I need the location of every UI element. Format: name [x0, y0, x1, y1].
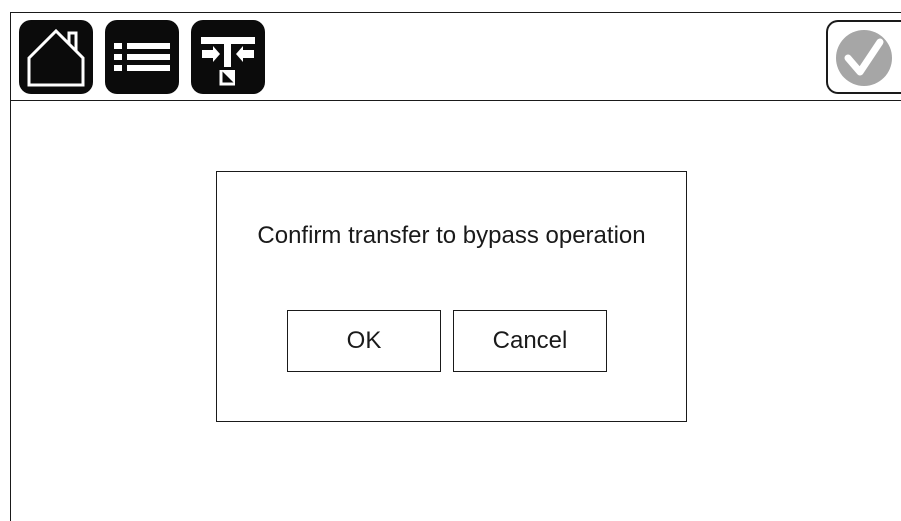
- home-button[interactable]: [19, 20, 93, 94]
- cancel-button[interactable]: Cancel: [453, 310, 607, 372]
- list-menu-icon: [114, 43, 170, 71]
- dialog-message: Confirm transfer to bypass operation: [257, 222, 646, 249]
- confirm-dialog: Confirm transfer to bypass operation OK …: [216, 171, 687, 422]
- header-divider: [10, 100, 901, 101]
- home-icon: [27, 28, 85, 87]
- ok-button[interactable]: OK: [287, 310, 441, 372]
- status-ok-button[interactable]: [826, 20, 901, 94]
- bypass-button[interactable]: [191, 20, 265, 94]
- bypass-transfer-icon: [201, 37, 255, 86]
- check-mark-icon: [836, 30, 892, 86]
- menu-button[interactable]: [105, 20, 179, 94]
